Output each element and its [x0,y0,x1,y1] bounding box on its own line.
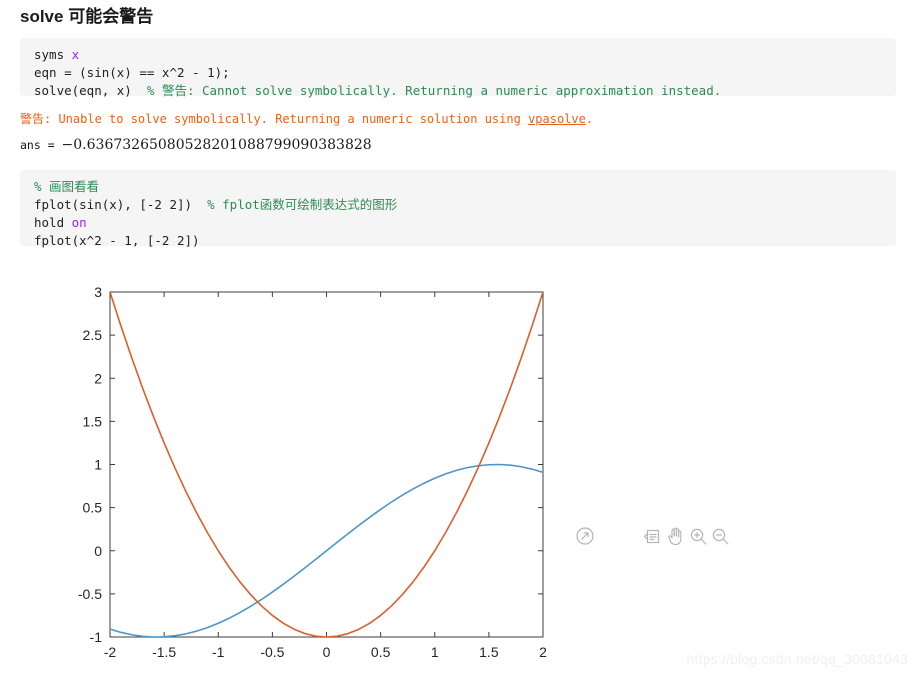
code-line: hold on [34,214,882,232]
code-line: % 画图看看 [34,178,882,196]
code-line: syms x [34,46,882,64]
code-token: syms [34,47,72,62]
y-tick-label: 0.5 [83,500,103,516]
code-line: eqn = (sin(x) == x^2 - 1); [34,64,882,82]
code-line: fplot(x^2 - 1, [-2 2]) [34,232,882,250]
code-block-input-1: syms x eqn = (sin(x) == x^2 - 1); solve(eq… [20,38,896,98]
x-tick-label: 1 [431,644,439,660]
code-token: % 警告: Cannot solve symbolically. Returni… [146,83,722,98]
x-tick-label: 0.5 [371,644,391,660]
figure-plot: -2 -1.5 -1 -0.5 0 0.5 1 1.5 2 -1 -0.5 0 0.5 1 1.5 2 2.5 3 [0,280,600,670]
code-line: fplot(sin(x), [-2 2]) % fplot函数可绘制表达式的图形 [34,196,882,214]
code-token: on [71,215,87,230]
code-token: % 画图看看 [34,179,100,194]
warning-text-after: . [585,112,594,126]
page-title: solve 可能会警告 [20,7,154,26]
warning-output: 警告: Unable to solve symbolically. Return… [20,110,896,128]
y-tick-label: 2.5 [83,327,103,343]
plot-canvas: -2 -1.5 -1 -0.5 0 0.5 1 1.5 2 -1 -0.5 0 0.5 1 1.5 2 2.5 3 [78,284,547,660]
x-tick-label: 1.5 [479,644,499,660]
ans-output: ans = −0.6367326508052820108879909038382… [20,136,896,154]
warning-text-before: Unable to solve symbolically. Returning … [51,112,529,126]
x-tick-label: -1 [212,644,225,660]
x-tick-label: -0.5 [260,644,284,660]
code-block-input-2: % 画图看看 fplot(sin(x), [-2 2]) % fplot函数可绘制… [20,170,896,248]
x-tick-label: -1.5 [152,644,176,660]
zoom-out-icon[interactable] [711,527,730,546]
y-tick-label: 0 [94,543,102,559]
ans-key: ans = [20,138,62,152]
watermark: https://blog.csdn.net/qq_30081043 [686,651,908,667]
code-token: % fplot函数可绘制表达式的图形 [207,197,398,212]
code-token: fplot(x^2 - 1, [-2 2]) [34,233,200,248]
plot-axes-box [109,291,544,638]
y-tick-label: -0.5 [78,586,102,602]
warning-label: 警告: [20,112,52,126]
code-token: fplot(sin(x), [-2 2]) [34,197,208,212]
y-tick-label: 2 [94,370,102,386]
zoom-in-icon[interactable] [689,527,708,546]
pan-hand-icon[interactable] [666,526,685,546]
y-tick-label: 3 [94,284,102,300]
y-tick-label: -1 [90,629,103,645]
x-tick-label: 2 [539,644,547,660]
code-token: solve(eqn, x) [34,83,147,98]
x-tick-label: 0 [323,644,331,660]
y-tick-label: 1.5 [83,413,103,429]
vpasolve-link[interactable]: vpasolve [528,112,586,126]
page-root: solve 可能会警告 syms x eqn = (sin(x) == x^2 -… [0,0,916,675]
code-token: eqn = (sin(x) == x^2 - 1); [34,65,230,80]
x-tick-label: -2 [104,644,117,660]
y-tick-label: 1 [94,457,102,473]
code-token: hold [34,215,72,230]
legend-icon[interactable] [643,528,661,545]
code-token: x [71,47,80,62]
ans-value: −0.63673265080528201088799090383828 [61,137,372,153]
code-line: solve(eqn, x) % 警告: Cannot solve symboli… [34,82,882,100]
